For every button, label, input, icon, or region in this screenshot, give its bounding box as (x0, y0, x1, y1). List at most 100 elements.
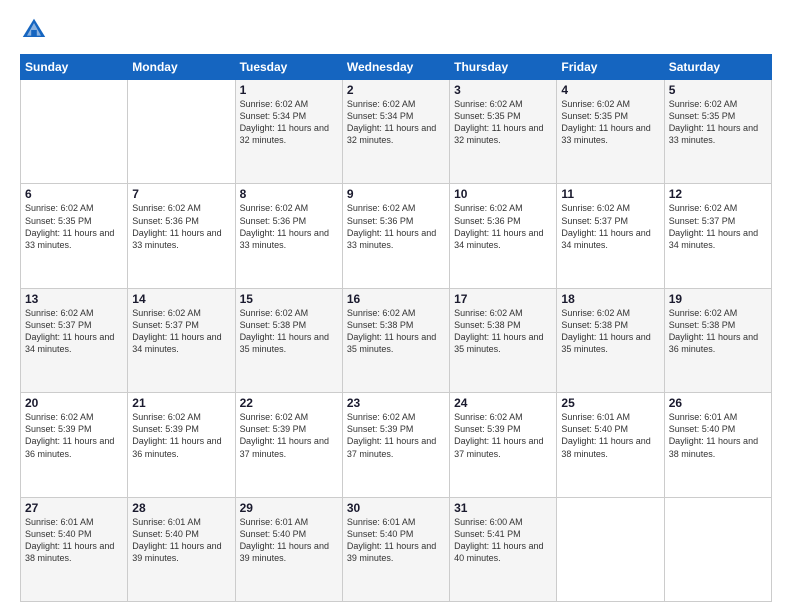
day-cell: 1Sunrise: 6:02 AM Sunset: 5:34 PM Daylig… (235, 80, 342, 184)
day-info: Sunrise: 6:01 AM Sunset: 5:40 PM Dayligh… (240, 516, 338, 565)
day-info: Sunrise: 6:02 AM Sunset: 5:35 PM Dayligh… (561, 98, 659, 147)
day-info: Sunrise: 6:02 AM Sunset: 5:39 PM Dayligh… (347, 411, 445, 460)
day-info: Sunrise: 6:02 AM Sunset: 5:38 PM Dayligh… (454, 307, 552, 356)
day-cell: 26Sunrise: 6:01 AM Sunset: 5:40 PM Dayli… (664, 393, 771, 497)
day-number: 17 (454, 292, 552, 306)
week-row-2: 6Sunrise: 6:02 AM Sunset: 5:35 PM Daylig… (21, 184, 772, 288)
day-cell (664, 497, 771, 601)
weekday-header-row: SundayMondayTuesdayWednesdayThursdayFrid… (21, 55, 772, 80)
day-number: 26 (669, 396, 767, 410)
day-info: Sunrise: 6:01 AM Sunset: 5:40 PM Dayligh… (561, 411, 659, 460)
weekday-header-saturday: Saturday (664, 55, 771, 80)
day-info: Sunrise: 6:02 AM Sunset: 5:35 PM Dayligh… (669, 98, 767, 147)
day-cell: 22Sunrise: 6:02 AM Sunset: 5:39 PM Dayli… (235, 393, 342, 497)
day-info: Sunrise: 6:02 AM Sunset: 5:38 PM Dayligh… (240, 307, 338, 356)
weekday-header-sunday: Sunday (21, 55, 128, 80)
day-number: 7 (132, 187, 230, 201)
day-cell: 21Sunrise: 6:02 AM Sunset: 5:39 PM Dayli… (128, 393, 235, 497)
calendar-table: SundayMondayTuesdayWednesdayThursdayFrid… (20, 54, 772, 602)
week-row-4: 20Sunrise: 6:02 AM Sunset: 5:39 PM Dayli… (21, 393, 772, 497)
day-number: 28 (132, 501, 230, 515)
day-info: Sunrise: 6:01 AM Sunset: 5:40 PM Dayligh… (25, 516, 123, 565)
day-info: Sunrise: 6:02 AM Sunset: 5:34 PM Dayligh… (347, 98, 445, 147)
week-row-5: 27Sunrise: 6:01 AM Sunset: 5:40 PM Dayli… (21, 497, 772, 601)
day-info: Sunrise: 6:02 AM Sunset: 5:35 PM Dayligh… (454, 98, 552, 147)
day-cell (128, 80, 235, 184)
header (20, 16, 772, 44)
weekday-header-wednesday: Wednesday (342, 55, 449, 80)
day-number: 13 (25, 292, 123, 306)
day-number: 22 (240, 396, 338, 410)
day-cell: 28Sunrise: 6:01 AM Sunset: 5:40 PM Dayli… (128, 497, 235, 601)
day-info: Sunrise: 6:02 AM Sunset: 5:37 PM Dayligh… (669, 202, 767, 251)
day-info: Sunrise: 6:02 AM Sunset: 5:36 PM Dayligh… (454, 202, 552, 251)
weekday-header-thursday: Thursday (450, 55, 557, 80)
day-cell: 14Sunrise: 6:02 AM Sunset: 5:37 PM Dayli… (128, 288, 235, 392)
day-cell: 20Sunrise: 6:02 AM Sunset: 5:39 PM Dayli… (21, 393, 128, 497)
day-cell: 25Sunrise: 6:01 AM Sunset: 5:40 PM Dayli… (557, 393, 664, 497)
day-number: 11 (561, 187, 659, 201)
logo (20, 16, 50, 44)
day-number: 14 (132, 292, 230, 306)
day-info: Sunrise: 6:02 AM Sunset: 5:39 PM Dayligh… (132, 411, 230, 460)
day-cell: 15Sunrise: 6:02 AM Sunset: 5:38 PM Dayli… (235, 288, 342, 392)
day-number: 2 (347, 83, 445, 97)
day-cell: 23Sunrise: 6:02 AM Sunset: 5:39 PM Dayli… (342, 393, 449, 497)
day-number: 29 (240, 501, 338, 515)
day-number: 8 (240, 187, 338, 201)
day-info: Sunrise: 6:01 AM Sunset: 5:40 PM Dayligh… (132, 516, 230, 565)
page: SundayMondayTuesdayWednesdayThursdayFrid… (0, 0, 792, 612)
day-number: 23 (347, 396, 445, 410)
day-info: Sunrise: 6:02 AM Sunset: 5:39 PM Dayligh… (25, 411, 123, 460)
day-number: 16 (347, 292, 445, 306)
weekday-header-monday: Monday (128, 55, 235, 80)
day-info: Sunrise: 6:00 AM Sunset: 5:41 PM Dayligh… (454, 516, 552, 565)
day-cell: 6Sunrise: 6:02 AM Sunset: 5:35 PM Daylig… (21, 184, 128, 288)
day-info: Sunrise: 6:02 AM Sunset: 5:34 PM Dayligh… (240, 98, 338, 147)
day-number: 6 (25, 187, 123, 201)
day-cell: 24Sunrise: 6:02 AM Sunset: 5:39 PM Dayli… (450, 393, 557, 497)
day-number: 30 (347, 501, 445, 515)
day-cell: 9Sunrise: 6:02 AM Sunset: 5:36 PM Daylig… (342, 184, 449, 288)
day-number: 18 (561, 292, 659, 306)
day-info: Sunrise: 6:02 AM Sunset: 5:36 PM Dayligh… (240, 202, 338, 251)
day-number: 3 (454, 83, 552, 97)
week-row-3: 13Sunrise: 6:02 AM Sunset: 5:37 PM Dayli… (21, 288, 772, 392)
day-info: Sunrise: 6:02 AM Sunset: 5:39 PM Dayligh… (454, 411, 552, 460)
day-cell: 13Sunrise: 6:02 AM Sunset: 5:37 PM Dayli… (21, 288, 128, 392)
day-cell: 3Sunrise: 6:02 AM Sunset: 5:35 PM Daylig… (450, 80, 557, 184)
day-cell: 31Sunrise: 6:00 AM Sunset: 5:41 PM Dayli… (450, 497, 557, 601)
day-info: Sunrise: 6:02 AM Sunset: 5:36 PM Dayligh… (347, 202, 445, 251)
weekday-header-friday: Friday (557, 55, 664, 80)
day-info: Sunrise: 6:01 AM Sunset: 5:40 PM Dayligh… (347, 516, 445, 565)
day-cell: 12Sunrise: 6:02 AM Sunset: 5:37 PM Dayli… (664, 184, 771, 288)
day-number: 5 (669, 83, 767, 97)
day-cell (21, 80, 128, 184)
logo-icon (20, 16, 48, 44)
day-cell: 7Sunrise: 6:02 AM Sunset: 5:36 PM Daylig… (128, 184, 235, 288)
day-cell: 29Sunrise: 6:01 AM Sunset: 5:40 PM Dayli… (235, 497, 342, 601)
day-number: 10 (454, 187, 552, 201)
day-number: 21 (132, 396, 230, 410)
day-cell: 10Sunrise: 6:02 AM Sunset: 5:36 PM Dayli… (450, 184, 557, 288)
day-cell: 19Sunrise: 6:02 AM Sunset: 5:38 PM Dayli… (664, 288, 771, 392)
day-cell: 8Sunrise: 6:02 AM Sunset: 5:36 PM Daylig… (235, 184, 342, 288)
day-cell: 30Sunrise: 6:01 AM Sunset: 5:40 PM Dayli… (342, 497, 449, 601)
day-cell: 17Sunrise: 6:02 AM Sunset: 5:38 PM Dayli… (450, 288, 557, 392)
week-row-1: 1Sunrise: 6:02 AM Sunset: 5:34 PM Daylig… (21, 80, 772, 184)
day-info: Sunrise: 6:02 AM Sunset: 5:38 PM Dayligh… (347, 307, 445, 356)
day-number: 12 (669, 187, 767, 201)
day-info: Sunrise: 6:02 AM Sunset: 5:37 PM Dayligh… (561, 202, 659, 251)
day-cell: 18Sunrise: 6:02 AM Sunset: 5:38 PM Dayli… (557, 288, 664, 392)
day-number: 27 (25, 501, 123, 515)
day-cell: 27Sunrise: 6:01 AM Sunset: 5:40 PM Dayli… (21, 497, 128, 601)
day-number: 25 (561, 396, 659, 410)
day-info: Sunrise: 6:02 AM Sunset: 5:36 PM Dayligh… (132, 202, 230, 251)
day-number: 31 (454, 501, 552, 515)
day-cell: 16Sunrise: 6:02 AM Sunset: 5:38 PM Dayli… (342, 288, 449, 392)
day-number: 20 (25, 396, 123, 410)
day-info: Sunrise: 6:02 AM Sunset: 5:37 PM Dayligh… (25, 307, 123, 356)
day-cell: 11Sunrise: 6:02 AM Sunset: 5:37 PM Dayli… (557, 184, 664, 288)
day-info: Sunrise: 6:02 AM Sunset: 5:39 PM Dayligh… (240, 411, 338, 460)
day-cell: 4Sunrise: 6:02 AM Sunset: 5:35 PM Daylig… (557, 80, 664, 184)
